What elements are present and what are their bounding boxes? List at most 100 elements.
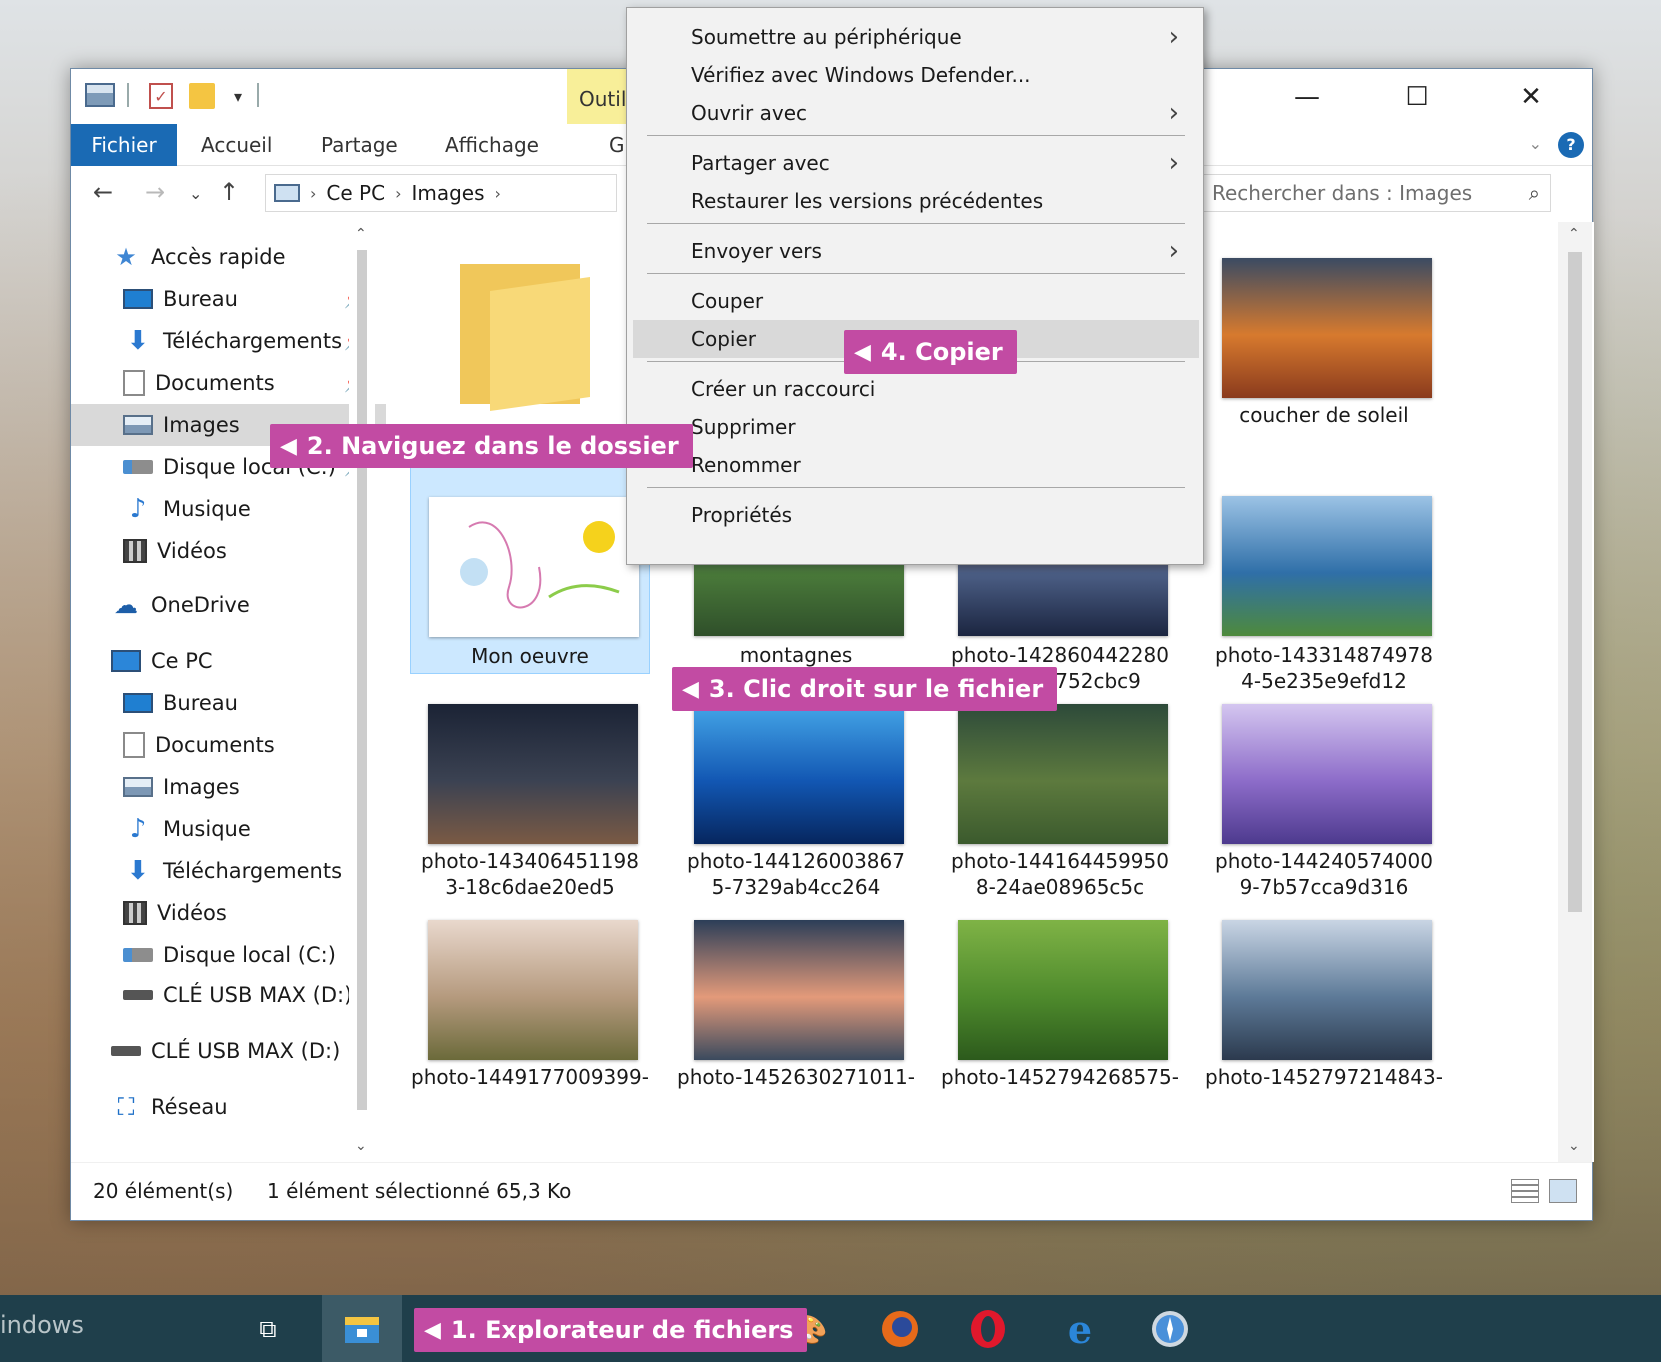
context-menu-item[interactable]: Couper <box>627 282 1203 320</box>
search-label[interactable]: indows <box>0 1311 84 1339</box>
video-icon <box>123 539 147 563</box>
properties-check-icon[interactable]: ✓ <box>149 83 173 109</box>
minimize-button[interactable]: — <box>1267 77 1347 117</box>
maximize-button[interactable]: ☐ <box>1377 77 1457 117</box>
sidebar-item[interactable]: Ce PC <box>71 640 386 682</box>
sidebar-item[interactable]: ♪ Musique <box>71 808 386 850</box>
scrollbar-thumb[interactable] <box>1568 252 1582 912</box>
breadcrumb-images[interactable]: Images <box>411 181 484 205</box>
pictures-icon <box>123 777 153 797</box>
explorer-window-icon[interactable] <box>85 83 115 107</box>
task-view-icon[interactable]: ⧉ <box>248 1309 288 1349</box>
sidebar-item[interactable]: Vidéos <box>71 530 386 572</box>
tab-partage[interactable]: Partage <box>321 124 398 166</box>
context-menu-item-label: Vérifiez avec Windows Defender... <box>691 63 1031 87</box>
breadcrumb-separator-icon[interactable]: › <box>395 184 401 203</box>
file-item[interactable]: coucher de soleil <box>1204 236 1444 448</box>
context-menu-item[interactable]: Partager avec › <box>627 144 1203 182</box>
file-item[interactable]: photo-1449177009399- <box>410 898 650 1118</box>
desktop-icon <box>123 289 153 309</box>
back-arrow-icon[interactable]: ← <box>93 178 113 206</box>
sidebar-item[interactable]: CLÉ USB MAX (D:) <box>71 974 386 1016</box>
recent-locations-chevron-icon[interactable]: ⌄ <box>189 184 202 203</box>
navigation-scrollbar[interactable]: ⌃ ⌄ <box>349 222 375 1162</box>
details-view-icon[interactable] <box>1511 1179 1539 1203</box>
breadcrumb-separator-icon[interactable]: › <box>495 184 501 203</box>
expand-ribbon-icon[interactable]: ⌄ <box>1529 134 1542 153</box>
firefox-icon[interactable] <box>880 1309 920 1349</box>
help-icon[interactable]: ? <box>1558 132 1584 158</box>
scroll-up-icon[interactable]: ⌃ <box>355 226 367 242</box>
context-menu-item[interactable]: Ouvrir avec › <box>627 94 1203 132</box>
sidebar-item[interactable]: Bureau📌 <box>71 278 386 320</box>
sidebar-item-label: Musique <box>163 497 251 521</box>
context-menu-item[interactable]: Vérifiez avec Windows Defender... <box>627 56 1203 94</box>
pc-icon <box>274 184 300 202</box>
tab-affichage[interactable]: Affichage <box>445 124 539 166</box>
tab-fichier[interactable]: Fichier <box>71 124 177 166</box>
sidebar-item[interactable]: ♪ Musique <box>71 488 386 530</box>
file-item[interactable]: Mon oeuvre <box>410 462 650 674</box>
scroll-down-icon[interactable]: ⌄ <box>1568 1138 1580 1154</box>
file-item[interactable]: photo-1434064511983-18c6dae20ed5 <box>410 682 650 899</box>
file-item[interactable]: photo-1441644599508-24ae08965c5c <box>940 682 1180 899</box>
address-bar[interactable]: › Ce PC › Images › <box>265 174 617 212</box>
context-menu-item-label: Envoyer vers <box>691 239 822 263</box>
forward-arrow-icon[interactable]: → <box>145 178 165 206</box>
edge-icon[interactable]: e <box>1060 1307 1100 1352</box>
video-icon <box>123 901 147 925</box>
drive-icon <box>123 948 153 962</box>
sidebar-item[interactable]: ☁ OneDrive <box>71 584 386 626</box>
up-arrow-icon[interactable]: ↑ <box>219 178 239 206</box>
sidebar-item[interactable]: ★ Accès rapide <box>71 236 386 278</box>
status-bar: 20 élément(s) 1 élément sélectionné 65,3… <box>71 1162 1592 1220</box>
content-scrollbar[interactable]: ⌃ ⌄ <box>1558 222 1592 1162</box>
image-thumbnail <box>1222 704 1432 844</box>
customize-toolbar-icon[interactable]: ▾ <box>227 83 249 109</box>
sidebar-item[interactable]: ⛶ Réseau <box>71 1086 386 1128</box>
sidebar-item[interactable]: Images <box>71 766 386 808</box>
file-item[interactable]: photo-1452794268575- <box>940 898 1180 1118</box>
context-menu-item-label: Créer un raccourci <box>691 377 876 401</box>
sidebar-item[interactable]: Bureau <box>71 682 386 724</box>
sidebar-item[interactable]: ⬇ Téléchargements <box>71 850 386 892</box>
context-menu-item[interactable]: Envoyer vers › <box>627 232 1203 270</box>
context-menu-item[interactable]: Restaurer les versions précédentes <box>627 182 1203 220</box>
opera-icon[interactable] <box>968 1309 1008 1349</box>
search-input[interactable]: Rechercher dans : Images ⌕ <box>1201 174 1551 212</box>
file-item[interactable]: photo-1441260038675-7329ab4cc264 <box>676 682 916 899</box>
folder-icon <box>460 264 590 412</box>
close-button[interactable]: ✕ <box>1491 77 1571 117</box>
tab-accueil[interactable]: Accueil <box>201 124 272 166</box>
file-item[interactable]: photo-1452630271011- <box>676 898 916 1118</box>
context-menu-item[interactable]: Renommer <box>627 446 1203 484</box>
context-menu-item[interactable]: Soumettre au périphérique › <box>627 18 1203 56</box>
file-name-label: montagnes <box>739 643 853 667</box>
sidebar-item[interactable]: ⬇Téléchargements📌 <box>71 320 386 362</box>
context-menu-item[interactable]: Créer un raccourci <box>627 370 1203 408</box>
file-explorer-icon[interactable] <box>342 1309 382 1349</box>
breadcrumb-separator-icon[interactable]: › <box>310 184 316 203</box>
scroll-down-icon[interactable]: ⌄ <box>355 1138 367 1154</box>
large-icons-view-icon[interactable] <box>1549 1179 1577 1203</box>
sidebar-item[interactable]: Disque local (C:) <box>71 934 386 976</box>
tab-gestion[interactable]: G <box>609 124 625 166</box>
safari-icon[interactable] <box>1150 1309 1190 1349</box>
folder-item[interactable]: Images enregistre <box>410 236 650 467</box>
new-folder-icon[interactable] <box>189 83 215 109</box>
sidebar-item[interactable]: Vidéos <box>71 892 386 934</box>
sidebar-item[interactable]: Documents📌 <box>71 362 386 404</box>
selection-info: 1 élément sélectionné 65,3 Ko <box>267 1179 572 1203</box>
scrollbar-thumb[interactable] <box>357 250 367 1110</box>
search-icon[interactable]: ⌕ <box>1529 181 1540 205</box>
sidebar-item-label: Documents <box>155 733 275 757</box>
context-menu-item[interactable]: Propriétés <box>627 496 1203 534</box>
breadcrumb-ce-pc[interactable]: Ce PC <box>326 181 385 205</box>
context-menu-item[interactable]: Supprimer <box>627 408 1203 446</box>
sidebar-item[interactable]: CLÉ USB MAX (D:) <box>71 1030 386 1072</box>
file-item[interactable]: photo-1452797214843- <box>1204 898 1444 1118</box>
file-item[interactable]: photo-1442405740009-7b57cca9d316 <box>1204 682 1444 899</box>
file-item[interactable]: photo-1433148749784-5e235e9efd12 <box>1204 462 1444 693</box>
sidebar-item[interactable]: Documents <box>71 724 386 766</box>
scroll-up-icon[interactable]: ⌃ <box>1568 226 1580 242</box>
